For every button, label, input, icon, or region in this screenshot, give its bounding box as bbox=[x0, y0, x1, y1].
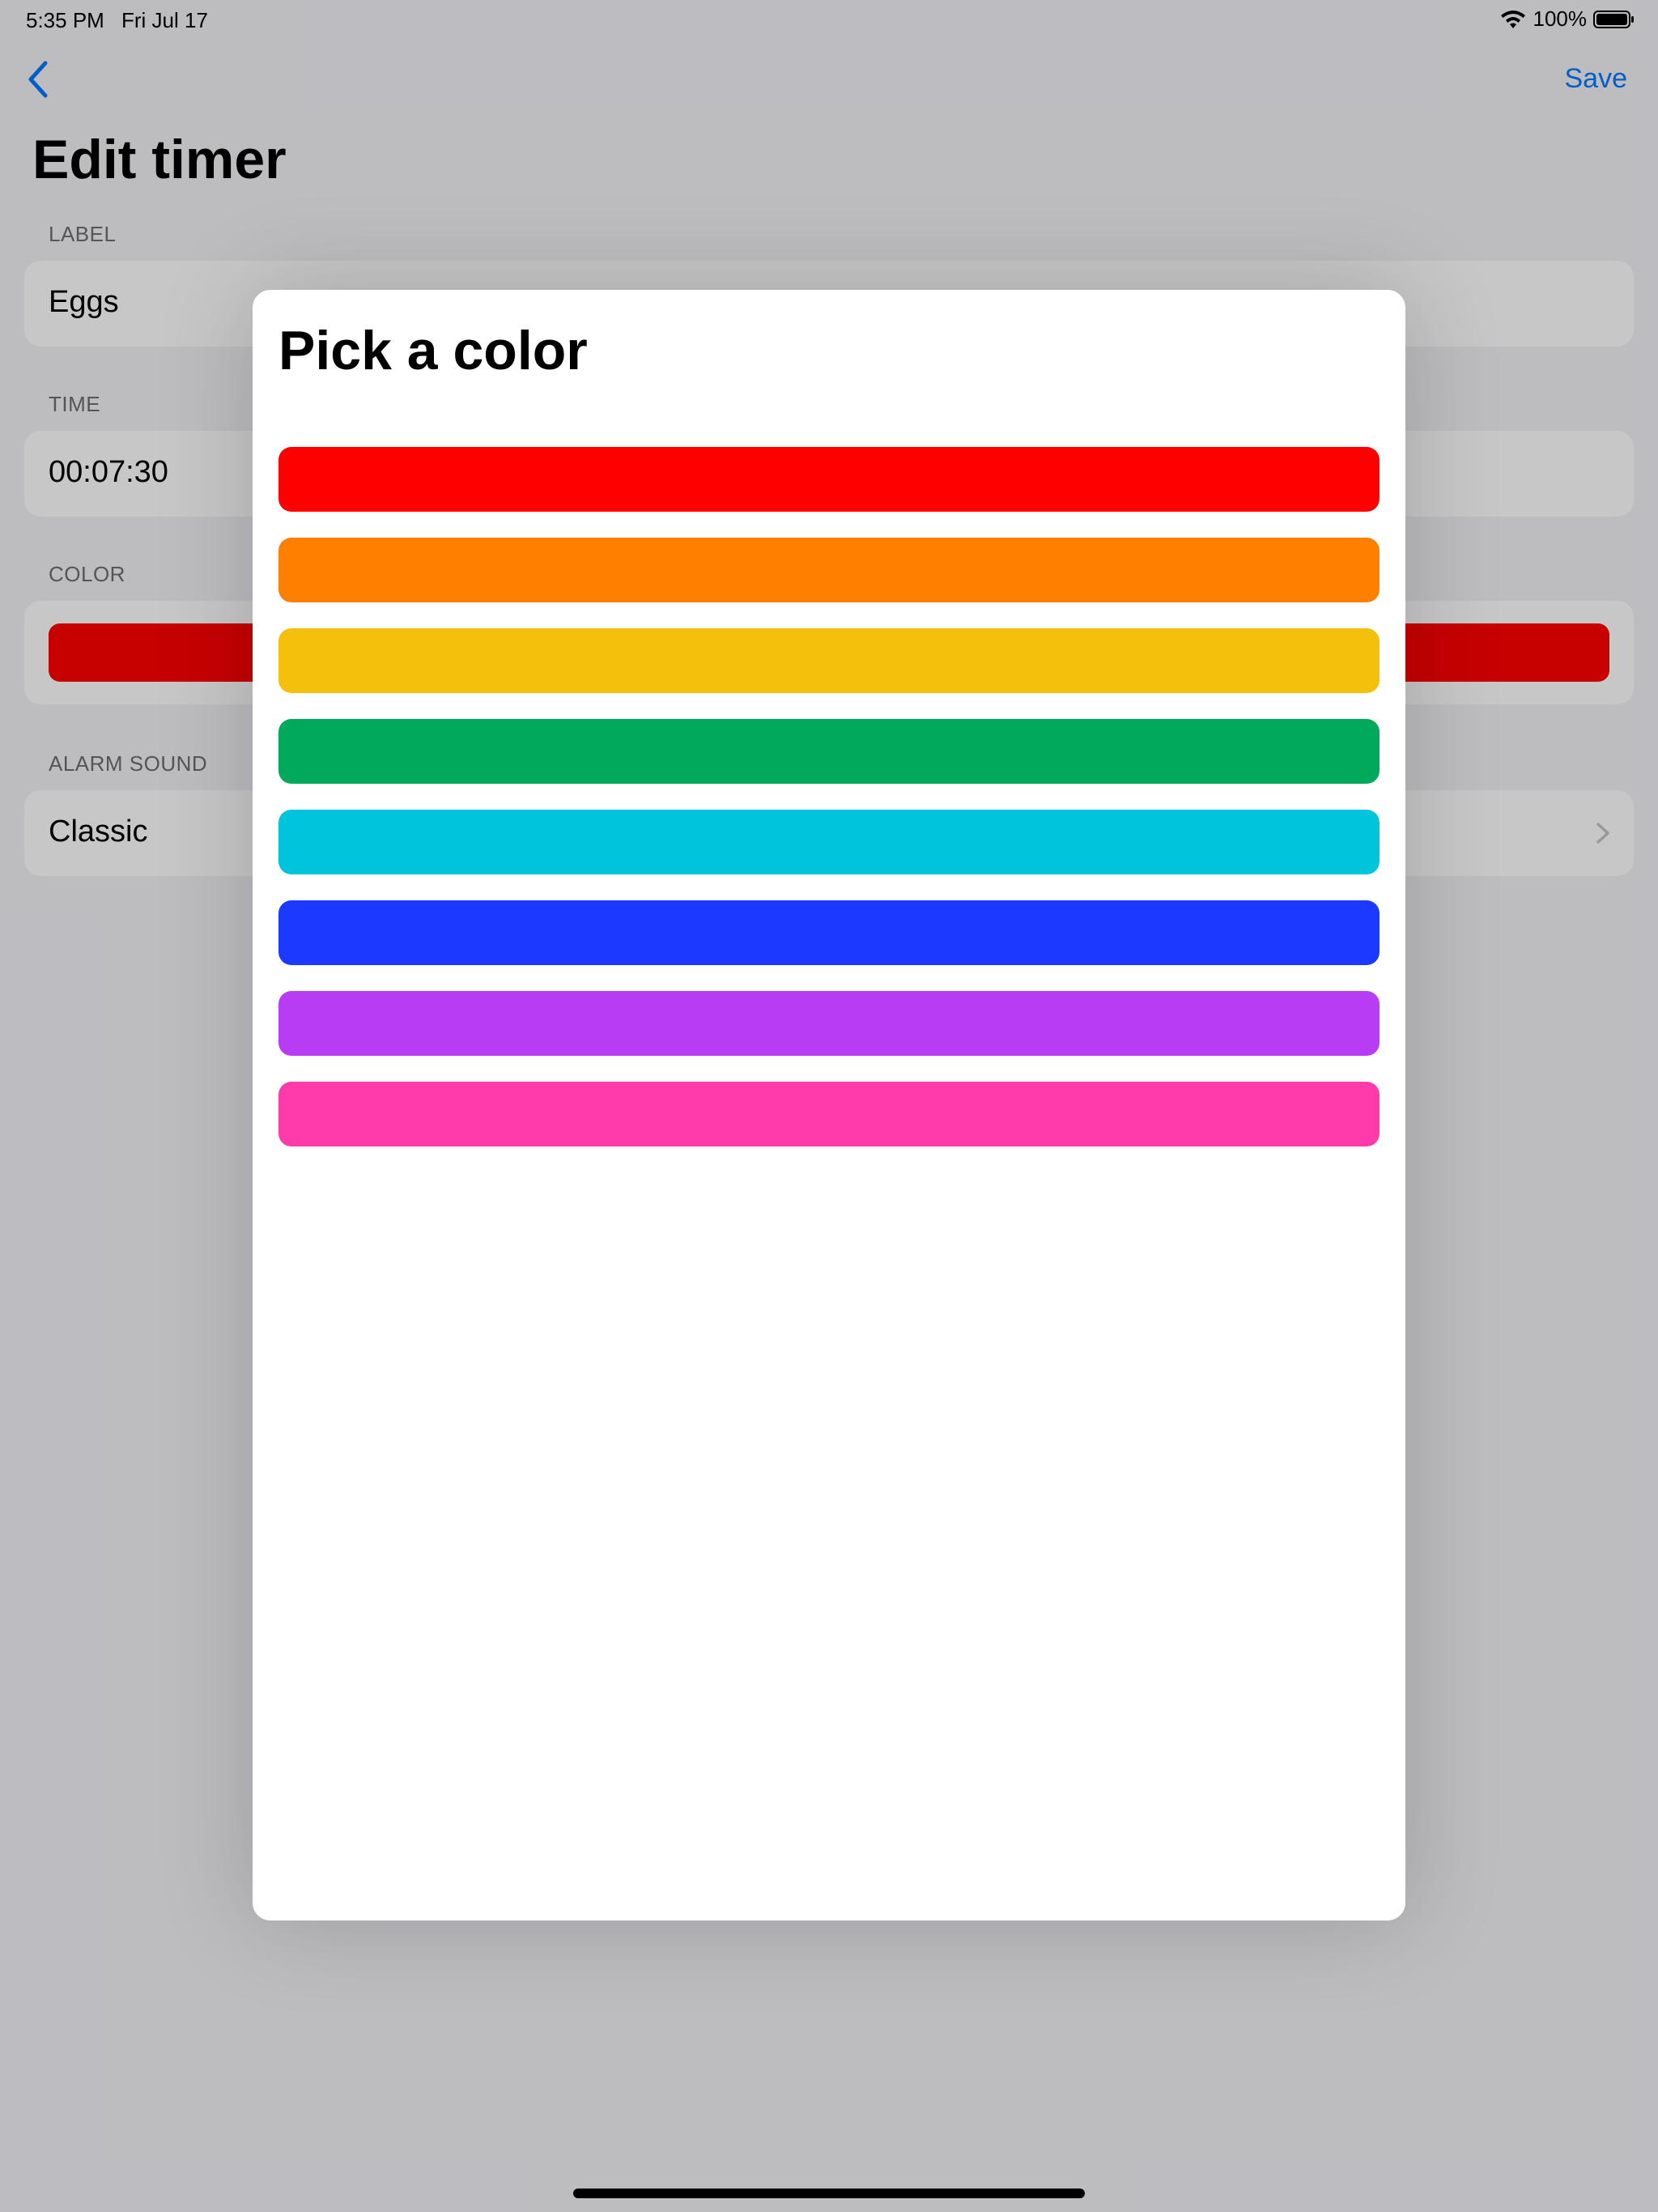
color-swatch-cyan[interactable] bbox=[278, 810, 1380, 874]
color-swatch-yellow[interactable] bbox=[278, 628, 1380, 693]
color-swatch-blue[interactable] bbox=[278, 900, 1380, 965]
color-swatch-pink[interactable] bbox=[278, 1082, 1380, 1146]
color-swatch-purple[interactable] bbox=[278, 991, 1380, 1056]
home-indicator[interactable] bbox=[573, 2189, 1085, 2198]
color-swatch-green[interactable] bbox=[278, 719, 1380, 784]
color-picker-modal: Pick a color bbox=[253, 290, 1405, 1921]
color-swatch-orange[interactable] bbox=[278, 538, 1380, 602]
color-swatch-list bbox=[278, 447, 1380, 1172]
color-swatch-red[interactable] bbox=[278, 447, 1380, 512]
modal-title: Pick a color bbox=[278, 320, 588, 381]
